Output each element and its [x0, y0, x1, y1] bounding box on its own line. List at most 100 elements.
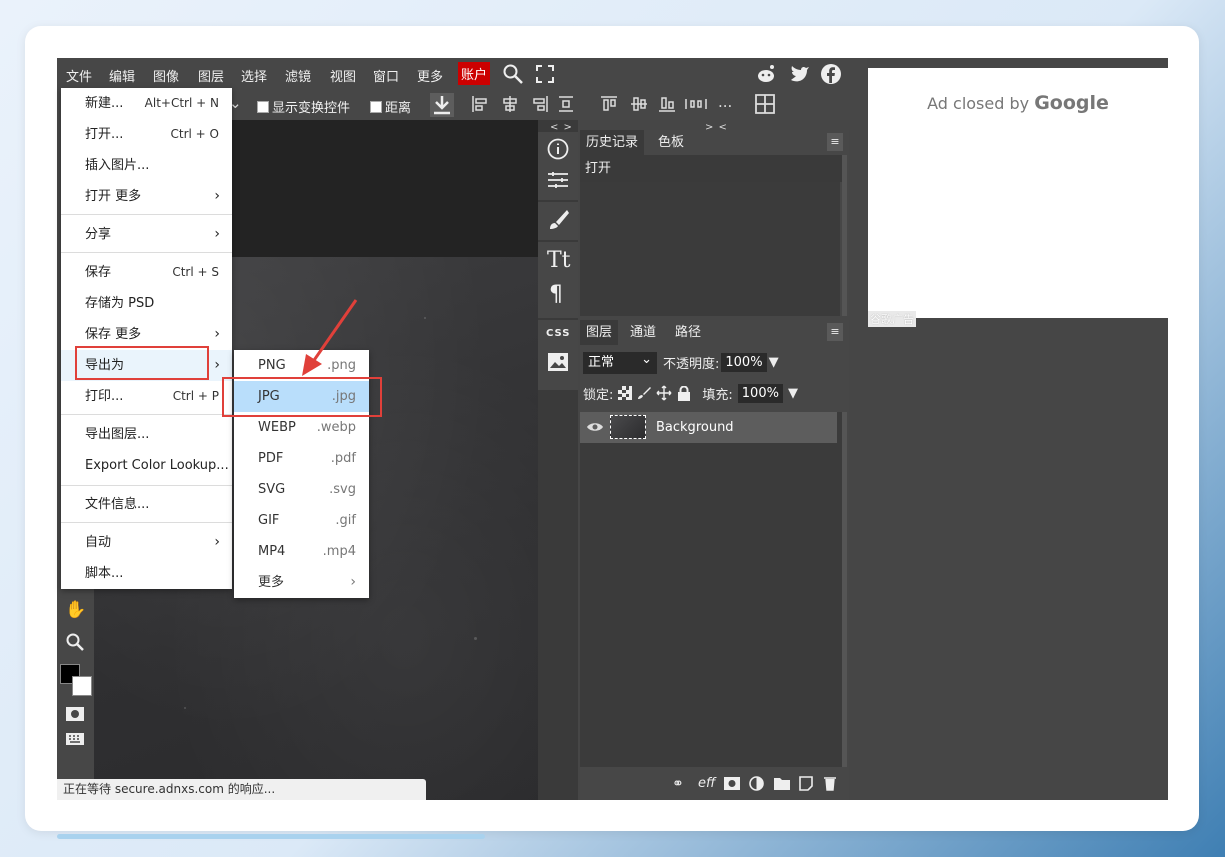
- background-color-swatch[interactable]: [72, 676, 92, 696]
- ad-container: Ad closed by Google 谷歌广告: [868, 68, 1168, 327]
- tab-channels[interactable]: 通道: [624, 320, 662, 345]
- menu-edit[interactable]: 编辑: [109, 66, 135, 85]
- menu-filter[interactable]: 滤镜: [285, 66, 311, 85]
- highlight-export-as: [75, 346, 209, 380]
- export-item-svg[interactable]: SVG .svg: [234, 474, 369, 505]
- lock-transparency-icon[interactable]: [618, 386, 633, 400]
- brush-icon[interactable]: [547, 208, 569, 232]
- export-item-mp4[interactable]: MP4 .mp4: [234, 536, 369, 567]
- delete-layer-icon[interactable]: [823, 776, 837, 791]
- layers-scrollbar[interactable]: [842, 412, 847, 767]
- page-accent-bar: [57, 834, 485, 839]
- twitter-icon[interactable]: [789, 63, 811, 85]
- file-menu-dropdown: 新建... Alt+Ctrl + N 打开... Ctrl + O 插入图片... …: [61, 88, 232, 589]
- quick-mask-icon[interactable]: [65, 706, 85, 722]
- download-icon[interactable]: [430, 93, 454, 117]
- paragraph-icon[interactable]: ¶: [549, 282, 563, 307]
- history-menu-button[interactable]: ≡: [827, 133, 843, 151]
- tab-swatches[interactable]: 色板: [652, 130, 690, 155]
- file-menu-item-new[interactable]: 新建... Alt+Ctrl + N: [61, 88, 232, 119]
- align-middle-icon[interactable]: [630, 95, 648, 113]
- menu-file[interactable]: 文件: [66, 66, 92, 85]
- layer-mask-icon[interactable]: [724, 777, 740, 790]
- file-menu-item-export-color-lookup[interactable]: Export Color Lookup...: [61, 450, 232, 481]
- adjustments-icon[interactable]: [547, 170, 569, 190]
- reddit-icon[interactable]: [755, 63, 777, 85]
- lock-pixels-icon[interactable]: [637, 386, 652, 400]
- layers-list: Background: [580, 412, 842, 767]
- file-menu-item-print[interactable]: 打印... Ctrl + P: [61, 381, 232, 412]
- file-menu-item-export-layers[interactable]: 导出图层...: [61, 419, 232, 450]
- export-item-pdf[interactable]: PDF .pdf: [234, 443, 369, 474]
- tab-layers[interactable]: 图层: [580, 320, 619, 345]
- ad-closed-text: Ad closed by Google: [927, 92, 1109, 114]
- lock-label: 锁定:: [583, 387, 614, 403]
- highlight-jpg: [222, 377, 382, 417]
- menu-account[interactable]: 账户: [458, 62, 491, 85]
- link-layers-icon[interactable]: ⚭: [672, 776, 684, 792]
- tools-column: ✋: [57, 590, 94, 800]
- align-right-icon[interactable]: [531, 95, 549, 113]
- tab-history[interactable]: 历史记录: [580, 130, 645, 155]
- layer-effects-icon[interactable]: eff: [698, 776, 715, 791]
- css-icon[interactable]: CSS: [546, 328, 570, 339]
- align-center-icon[interactable]: [501, 95, 519, 113]
- menu-more[interactable]: 更多: [417, 66, 443, 85]
- menu-view[interactable]: 视图: [330, 66, 356, 85]
- file-menu-item-share[interactable]: 分享 ›: [61, 219, 232, 250]
- layer-name: Background: [656, 420, 734, 435]
- fullscreen-icon[interactable]: [536, 65, 554, 83]
- file-menu-item-save-psd[interactable]: 存储为 PSD: [61, 288, 232, 319]
- fill-input[interactable]: 100%: [737, 383, 783, 403]
- lock-all-icon[interactable]: [677, 385, 691, 401]
- distribute-vertical-icon[interactable]: [557, 95, 575, 113]
- export-item-gif[interactable]: GIF .gif: [234, 505, 369, 536]
- file-menu-item-file-info[interactable]: 文件信息...: [61, 489, 232, 520]
- menu-layer[interactable]: 图层: [198, 66, 224, 85]
- layers-menu-button[interactable]: ≡: [827, 323, 843, 341]
- file-menu-item-script[interactable]: 脚本...: [61, 558, 232, 589]
- file-menu-item-open[interactable]: 打开... Ctrl + O: [61, 119, 232, 150]
- lock-position-icon[interactable]: [656, 385, 672, 401]
- file-menu-item-insert-image[interactable]: 插入图片...: [61, 150, 232, 181]
- eye-icon[interactable]: [586, 421, 604, 433]
- menu-select[interactable]: 选择: [241, 66, 267, 85]
- blend-mode-select[interactable]: 正常: [583, 349, 657, 374]
- align-left-icon[interactable]: [471, 95, 489, 113]
- grid-icon[interactable]: [755, 94, 775, 114]
- export-item-more[interactable]: 更多 ›: [234, 567, 369, 598]
- file-menu-item-save[interactable]: 保存 Ctrl + S: [61, 257, 232, 288]
- menu-window[interactable]: 窗口: [373, 66, 399, 85]
- distance-checkbox[interactable]: 距离: [370, 97, 411, 116]
- image-icon[interactable]: [547, 352, 569, 372]
- align-bottom-icon[interactable]: [658, 95, 676, 113]
- annotation-arrow-icon: [302, 299, 358, 376]
- search-icon[interactable]: [502, 63, 524, 85]
- distribute-horizontal-icon[interactable]: [685, 95, 707, 113]
- info-icon[interactable]: [547, 138, 569, 160]
- opacity-dropdown-icon[interactable]: ▼: [769, 355, 779, 370]
- new-layer-icon[interactable]: [799, 776, 813, 791]
- opacity-input[interactable]: 100%: [721, 353, 767, 372]
- character-icon[interactable]: Tt: [547, 248, 571, 273]
- folder-icon[interactable]: [774, 777, 790, 790]
- align-top-icon[interactable]: [600, 95, 618, 113]
- hand-tool-icon[interactable]: ✋: [65, 600, 86, 620]
- fill-dropdown-icon[interactable]: ▼: [788, 386, 798, 401]
- layers-footer: ⚭ eff: [580, 767, 849, 800]
- zoom-tool-icon[interactable]: [65, 632, 85, 652]
- tab-paths[interactable]: 路径: [669, 320, 707, 345]
- more-options-button[interactable]: ...: [718, 93, 732, 111]
- show-transform-checkbox[interactable]: 显示变换控件: [257, 97, 350, 116]
- menu-image[interactable]: 图像: [153, 66, 179, 85]
- keyboard-icon[interactable]: [65, 732, 85, 746]
- file-menu-item-automate[interactable]: 自动 ›: [61, 527, 232, 558]
- history-entry[interactable]: 打开: [580, 155, 842, 182]
- file-menu-item-open-more[interactable]: 打开 更多 ›: [61, 181, 232, 212]
- facebook-icon[interactable]: [820, 63, 842, 85]
- adjustment-layer-icon[interactable]: [749, 776, 764, 791]
- history-scrollbar[interactable]: [842, 155, 847, 316]
- history-list: [580, 182, 840, 316]
- google-logo: Google: [1034, 92, 1109, 114]
- layer-row-background[interactable]: Background: [580, 412, 837, 443]
